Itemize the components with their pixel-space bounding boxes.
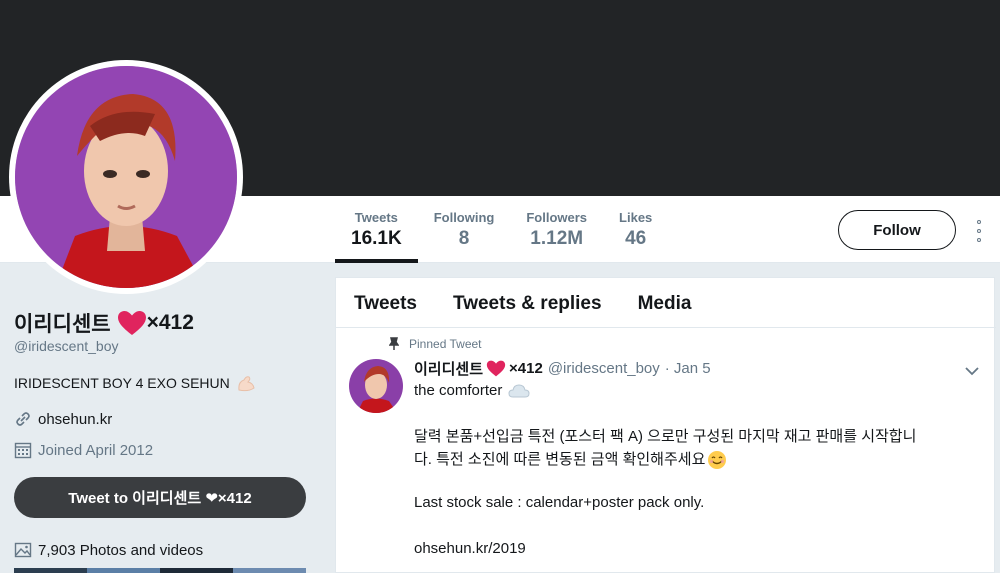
stat-value: 16.1K [351, 228, 402, 249]
tweet-handle[interactable]: @iridescent_boy [548, 360, 660, 377]
stat-value: 46 [625, 228, 647, 249]
profile-joined-text: Joined April 2012 [38, 441, 154, 459]
timeline: Tweets Tweets & replies Media Pinned Twe… [335, 277, 996, 573]
stat-followers[interactable]: Followers 1.12M [510, 196, 603, 263]
more-icon[interactable] [974, 220, 984, 242]
tweet-paragraph-1: 달력 본품+선입금 특전 (포스터 팩 A) 으로만 구성된 마지막 재고 판매… [414, 425, 984, 471]
tweet-link[interactable]: ohsehun.kr/2019 [414, 537, 526, 560]
tweet-paragraph-1-line-b: 다. 특전 소진에 따른 변동된 금액 확인해주세요 [414, 448, 984, 471]
profile-photos[interactable]: 7,903 Photos and videos [14, 541, 203, 559]
follow-button[interactable]: Follow [838, 210, 956, 250]
photo-thumbnails[interactable] [14, 568, 306, 573]
profile-website[interactable]: ohsehun.kr [14, 410, 112, 428]
stat-label: Tweets [354, 210, 398, 225]
stat-label: Likes [619, 210, 653, 225]
profile-avatar[interactable] [9, 60, 243, 294]
heart-icon [117, 311, 146, 335]
cloud-icon [508, 383, 530, 397]
pinned-label: Pinned Tweet [389, 337, 482, 351]
pinned-text: Pinned Tweet [409, 337, 482, 351]
chevron-down-icon[interactable] [964, 364, 980, 378]
pin-icon [389, 337, 399, 350]
tweet-paragraph-1-line-a: 달력 본품+선입금 특전 (포스터 팩 A) 으로만 구성된 마지막 재고 판매… [414, 428, 917, 445]
smile-icon [708, 450, 727, 469]
profile-handle[interactable]: @iridescent_boy [14, 338, 119, 354]
tab-media[interactable]: Media [620, 278, 710, 327]
profile-stats: Tweets 16.1K Following 8 Followers 1.12M… [335, 196, 668, 263]
tweet-line1-text: the comforter [414, 382, 503, 399]
tweet-to-label: Tweet to 이리디센트 ❤×412 [68, 490, 252, 507]
tab-tweets-replies[interactable]: Tweets & replies [435, 278, 620, 327]
stat-value: 1.12M [530, 228, 584, 249]
timeline-tabs: Tweets Tweets & replies Media [336, 278, 996, 328]
heart-icon [486, 360, 506, 377]
tweet-line1: the comforter [414, 379, 530, 402]
stat-following[interactable]: Following 8 [418, 196, 511, 263]
tweet-paragraph-2: Last stock sale : calendar+poster pack o… [414, 494, 705, 511]
profile-name: 이리디센트 ×412 [14, 308, 194, 338]
stat-label: Followers [526, 210, 588, 225]
stat-likes[interactable]: Likes 46 [603, 196, 668, 263]
tab-tweets[interactable]: Tweets [336, 278, 435, 327]
tweet-header: 이리디센트 ×412 @iridescent_boy · Jan 5 [414, 358, 711, 379]
stat-tweets[interactable]: Tweets 16.1K [335, 196, 418, 263]
profile-name-suffix: ×412 [146, 311, 194, 334]
profile-photos-text[interactable]: 7,903 Photos and videos [38, 542, 203, 559]
tweet-author-suffix: ×412 [509, 360, 543, 377]
tweet-date[interactable]: · Jan 5 [665, 360, 711, 377]
stat-value: 8 [458, 228, 470, 249]
profile-bio-text: IRIDESCENT BOY 4 EXO SEHUN [14, 375, 230, 391]
tweet-avatar[interactable] [349, 359, 403, 413]
flexed-arm-icon [238, 376, 255, 392]
profile-bio: IRIDESCENT BOY 4 EXO SEHUN [14, 374, 256, 392]
tweet-author[interactable]: 이리디센트 ×412 [414, 358, 543, 379]
stat-label: Following [433, 210, 495, 225]
link-icon [16, 412, 30, 426]
tweet-to-button[interactable]: Tweet to 이리디센트 ❤×412 [14, 477, 306, 518]
tweet-author-name: 이리디센트 [414, 361, 484, 378]
profile-name-text: 이리디센트 [14, 313, 111, 336]
tweet-paragraph-1-line-b-text: 다. 특전 소진에 따른 변동된 금액 확인해주세요 [414, 451, 706, 468]
avatar-image [15, 66, 237, 288]
calendar-icon [14, 442, 32, 459]
profile-joined: Joined April 2012 [14, 441, 153, 459]
profile-website-text[interactable]: ohsehun.kr [38, 411, 112, 428]
photo-icon [14, 542, 32, 558]
